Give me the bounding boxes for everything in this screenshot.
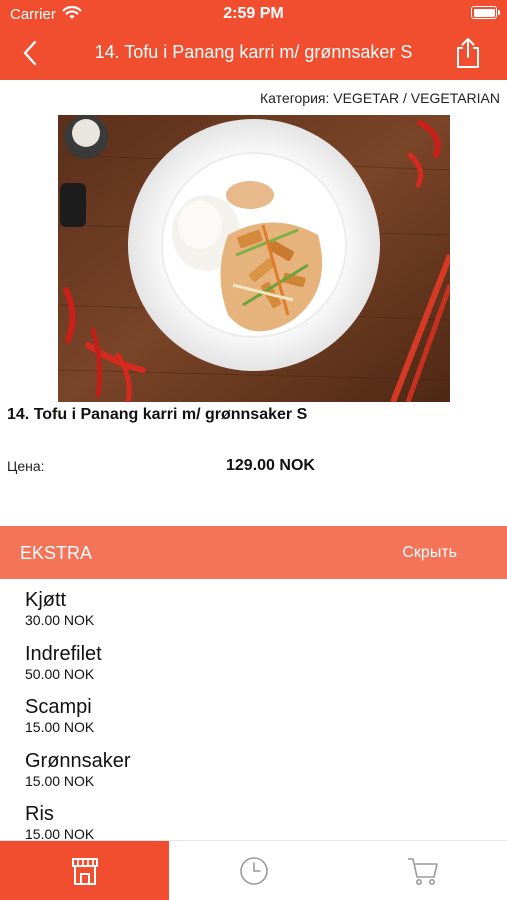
extras-list[interactable]: Kjøtt 30.00 NOK Indrefilet 50.00 NOK Sca… — [0, 580, 507, 840]
page-title: 14. Tofu i Panang karri m/ grønnsaker S — [94, 42, 413, 62]
extra-item-price: 15.00 NOK — [25, 719, 95, 735]
extra-item-name: Indrefilet — [25, 643, 102, 665]
extra-item-name: Ris — [25, 803, 54, 825]
hide-extras-button[interactable]: Скрыть — [402, 544, 457, 562]
extra-item[interactable]: Indrefilet 50.00 NOK — [25, 642, 102, 682]
cart-icon — [407, 858, 438, 885]
extras-header: EKSTRA Скрыть — [0, 526, 507, 579]
product-photo — [58, 115, 450, 402]
price-label: Цена: — [7, 458, 45, 474]
extra-item-name: Grønnsaker — [25, 750, 131, 772]
clock-icon — [239, 857, 268, 885]
chevron-left-icon[interactable] — [16, 38, 46, 68]
extras-title: EKSTRA — [20, 543, 93, 563]
extra-item[interactable]: Grønnsaker 15.00 NOK — [25, 749, 131, 789]
extra-item-name: Kjøtt — [25, 589, 67, 611]
tab-menu[interactable] — [0, 841, 169, 900]
extra-item[interactable]: Kjøtt 30.00 NOK — [25, 588, 94, 628]
extra-item[interactable]: Scampi 15.00 NOK — [25, 695, 94, 735]
tab-history[interactable] — [169, 841, 338, 900]
price-value: 129.00 NOK — [226, 457, 315, 474]
extra-item-price: 15.00 NOK — [25, 773, 95, 789]
share-icon[interactable] — [453, 36, 483, 70]
store-icon — [71, 858, 98, 885]
extra-item-price: 30.00 NOK — [25, 612, 95, 628]
extra-item-price: 50.00 NOK — [25, 666, 95, 682]
status-time: 2:59 PM — [223, 5, 284, 22]
tab-cart[interactable] — [338, 841, 507, 900]
extra-item[interactable]: Ris 15.00 NOK — [25, 802, 94, 840]
navbar: 14. Tofu i Panang karri m/ grønnsaker S — [0, 28, 507, 80]
battery-icon — [471, 6, 500, 19]
extra-item-price: 15.00 NOK — [25, 826, 95, 840]
status-bar: Carrier 2:59 PM — [0, 0, 507, 28]
product-name: 14. Tofu i Panang karri m/ grønnsaker S — [7, 406, 308, 423]
tab-bar — [0, 840, 507, 900]
extra-item-name: Scampi — [25, 696, 92, 718]
header: Carrier 2:59 PM 14. Tofu i Panang karri … — [0, 0, 507, 80]
category-label: Категория: VEGETAR / VEGETARIAN — [260, 90, 500, 106]
